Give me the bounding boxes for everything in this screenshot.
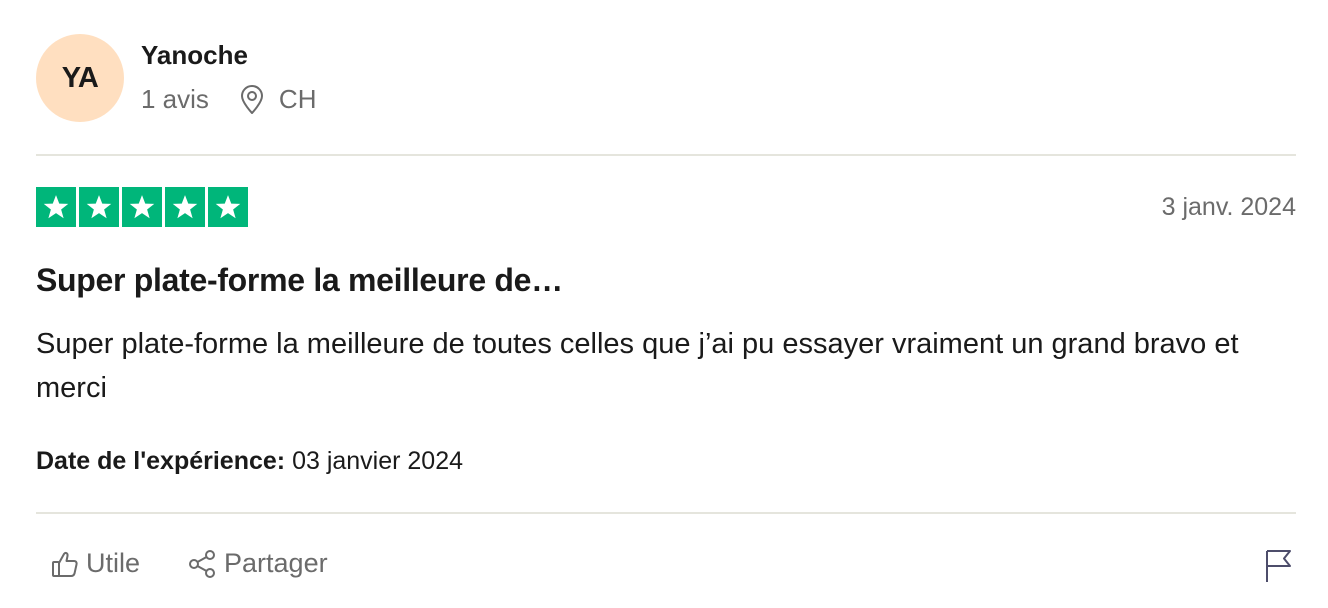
star-icon bbox=[208, 187, 248, 227]
divider bbox=[36, 154, 1296, 156]
experience-date-value: 03 janvier 2024 bbox=[292, 447, 464, 475]
star-icon bbox=[122, 187, 162, 227]
experience-date: Date de l'expérience: 03 janvier 2024 bbox=[36, 447, 463, 476]
review-card: YA Yanoche 1 avis CH 3 janv. 2024 Super … bbox=[36, 0, 1296, 608]
star-icon bbox=[79, 187, 119, 227]
star-icon bbox=[36, 187, 76, 227]
star-icon bbox=[165, 187, 205, 227]
avatar-initials: YA bbox=[61, 61, 99, 94]
review-date: 3 janv. 2024 bbox=[1161, 193, 1296, 221]
divider bbox=[36, 512, 1296, 514]
reviewer-meta: 1 avis CH bbox=[141, 84, 316, 115]
flag-icon bbox=[1266, 550, 1291, 582]
review-count: 1 avis bbox=[141, 84, 209, 114]
avatar[interactable]: YA bbox=[36, 34, 124, 122]
star-rating bbox=[36, 187, 248, 227]
location-pin-icon bbox=[239, 84, 265, 115]
reviewer-country: CH bbox=[278, 84, 317, 114]
useful-button[interactable]: Utile bbox=[50, 548, 140, 579]
reviewer-name[interactable]: Yanoche bbox=[141, 40, 248, 71]
useful-label: Utile bbox=[86, 548, 141, 578]
share-button[interactable]: Partager bbox=[186, 548, 328, 579]
share-label: Partager bbox=[224, 548, 328, 578]
report-button[interactable] bbox=[1262, 548, 1296, 584]
review-body: Super plate-forme la meilleure de toutes… bbox=[36, 328, 1239, 404]
review-actions: Utile Partager bbox=[50, 548, 328, 579]
share-icon bbox=[189, 549, 216, 578]
review-title[interactable]: Super plate-forme la meilleure de… bbox=[36, 262, 563, 299]
thumbs-up-icon bbox=[52, 551, 78, 577]
experience-date-label: Date de l'expérience: bbox=[36, 447, 286, 475]
